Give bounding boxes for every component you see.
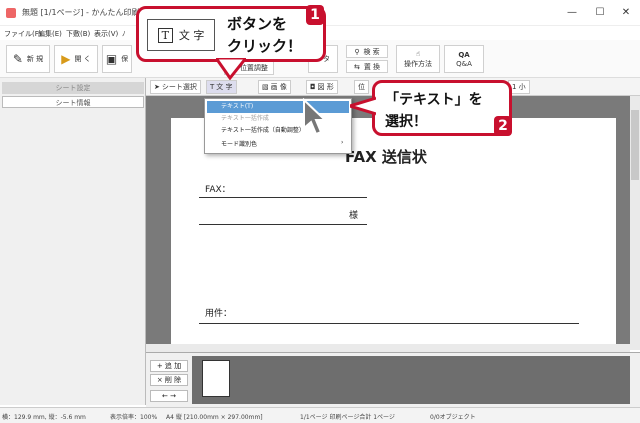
new-document-icon: ✎ [12, 52, 23, 66]
subject-underline [199, 323, 579, 324]
menu-more[interactable]: ﾉ [122, 29, 126, 39]
open-button[interactable]: ▶ 開 く [54, 45, 98, 73]
menu-file[interactable]: ファイル(F) [4, 29, 42, 39]
qa-icon: QA [458, 50, 470, 59]
operation-label: 操作方法 [404, 59, 432, 68]
callout-button-label: 文 字 [178, 29, 205, 42]
status-zoom: 表示倍率：100% [110, 414, 158, 421]
text-label: 文 字 [216, 83, 233, 91]
position-button[interactable]: 位 [354, 80, 369, 94]
callout1-pointer [216, 58, 246, 80]
status-bar: 横：129.9 mm, 縦：-5.6 mm 表示倍率：100% A4 縦 [21… [0, 407, 640, 423]
sama-label: 様 [349, 211, 359, 221]
callout1-line2: クリック！ [227, 37, 303, 55]
status-pages: 1/1ページ 印刷ページ合計 1ページ [300, 414, 395, 421]
left-panel: シート設定 シート情報 [0, 78, 146, 405]
status-paper: A4 縦 [210.00mm × 297.00mm] [166, 414, 263, 421]
callout-step-2: 「テキスト」を 選択！ [372, 80, 512, 136]
text-button-illustration: T 文 字 [147, 19, 215, 51]
sheet-select-label: シート選択 [161, 83, 197, 91]
document-title: FAX 送信状 [345, 148, 427, 166]
horizontal-scrollbar[interactable] [146, 344, 630, 352]
replace-button[interactable]: ⇆ 置 換 [346, 60, 388, 73]
sheet-select-button[interactable]: ➤ シート選択 [150, 80, 201, 94]
hand-icon: ☝ [415, 49, 421, 58]
search-button[interactable]: ⚲ 検 索 [346, 45, 388, 58]
qa-button[interactable]: QA Q&A [444, 45, 484, 73]
save-button[interactable]: ▣ 保 [102, 45, 132, 73]
fax-label: FAX： [205, 185, 231, 195]
shape-icon: ◘ [310, 83, 316, 91]
text-dropdown-menu: テキスト(T) テキスト一括作成 テキスト一括作成（自動調整） モード識別色 › [204, 98, 352, 154]
search-icon: ⚲ [354, 47, 360, 56]
callout2-line1: 「テキスト」を [385, 92, 483, 108]
small-label: 1 小 [512, 83, 526, 91]
status-coords: 横：129.9 mm, 縦：-5.6 mm [2, 414, 86, 421]
shape-label: 図 形 [317, 83, 334, 91]
new-label: 新 規 [26, 55, 44, 63]
callout1-line1: ボタンを [227, 15, 288, 33]
mouse-cursor-icon [303, 98, 328, 136]
text-icon: T [210, 83, 215, 91]
save-label: 保 [121, 55, 129, 63]
callout2-line2: 選択！ [385, 114, 427, 130]
fax-underline [199, 197, 367, 198]
text-icon: T [157, 27, 173, 43]
sheet-settings-tab[interactable]: シート設定 [2, 82, 144, 94]
status-objects: 0/0オブジェクト [430, 414, 476, 421]
recipient-underline [199, 224, 367, 225]
subject-label: 用件： [205, 309, 233, 319]
callout-step-1: T 文 字 ボタンを クリック！ [136, 6, 326, 62]
open-label: 開 く [74, 55, 91, 63]
delete-page-button[interactable]: × 削 除 [150, 374, 188, 386]
page-thumbnail[interactable] [202, 360, 230, 397]
new-button[interactable]: ✎ 新 規 [6, 45, 50, 73]
scrollbar-thumb[interactable] [631, 110, 639, 180]
qa-label: Q&A [456, 59, 472, 68]
close-button[interactable]: ✕ [614, 4, 638, 22]
search-label: 検 索 [363, 47, 380, 56]
page-thumbnail-strip [192, 356, 630, 404]
text-button[interactable]: T 文 字 [206, 80, 237, 94]
maximize-button[interactable]: ☐ [588, 4, 612, 22]
replace-label: 置 換 [363, 62, 381, 71]
shape-button[interactable]: ◘ 図 形 [306, 80, 338, 94]
position-label: 位 [358, 83, 365, 91]
callout2-pointer [350, 96, 376, 116]
step-badge-1: 1 [306, 5, 324, 25]
app-icon [6, 8, 16, 18]
menu-base[interactable]: 下敷(B) [66, 29, 90, 39]
menu-item-mode-color[interactable]: モード識別色 [207, 139, 349, 151]
save-icon: ▣ [105, 52, 118, 66]
open-folder-icon: ▶ [61, 52, 71, 66]
page-nav-buttons[interactable]: ← → [150, 390, 188, 402]
cursor-icon: ➤ [154, 83, 160, 91]
step-badge-2: 2 [494, 116, 512, 136]
replace-icon: ⇆ [353, 62, 360, 71]
image-label: 画 像 [270, 83, 287, 91]
menu-view[interactable]: 表示(V) [94, 29, 118, 39]
image-icon: ▧ [262, 83, 269, 91]
submenu-arrow-icon: › [341, 139, 344, 146]
sheet-info-tab[interactable]: シート情報 [2, 96, 144, 108]
operation-button[interactable]: ☝ 操作方法 [396, 45, 440, 73]
minimize-button[interactable]: — [560, 4, 584, 22]
image-button[interactable]: ▧ 画 像 [258, 80, 291, 94]
add-page-button[interactable]: + 追 加 [150, 360, 188, 372]
menu-edit[interactable]: 編集(E) [38, 29, 62, 39]
